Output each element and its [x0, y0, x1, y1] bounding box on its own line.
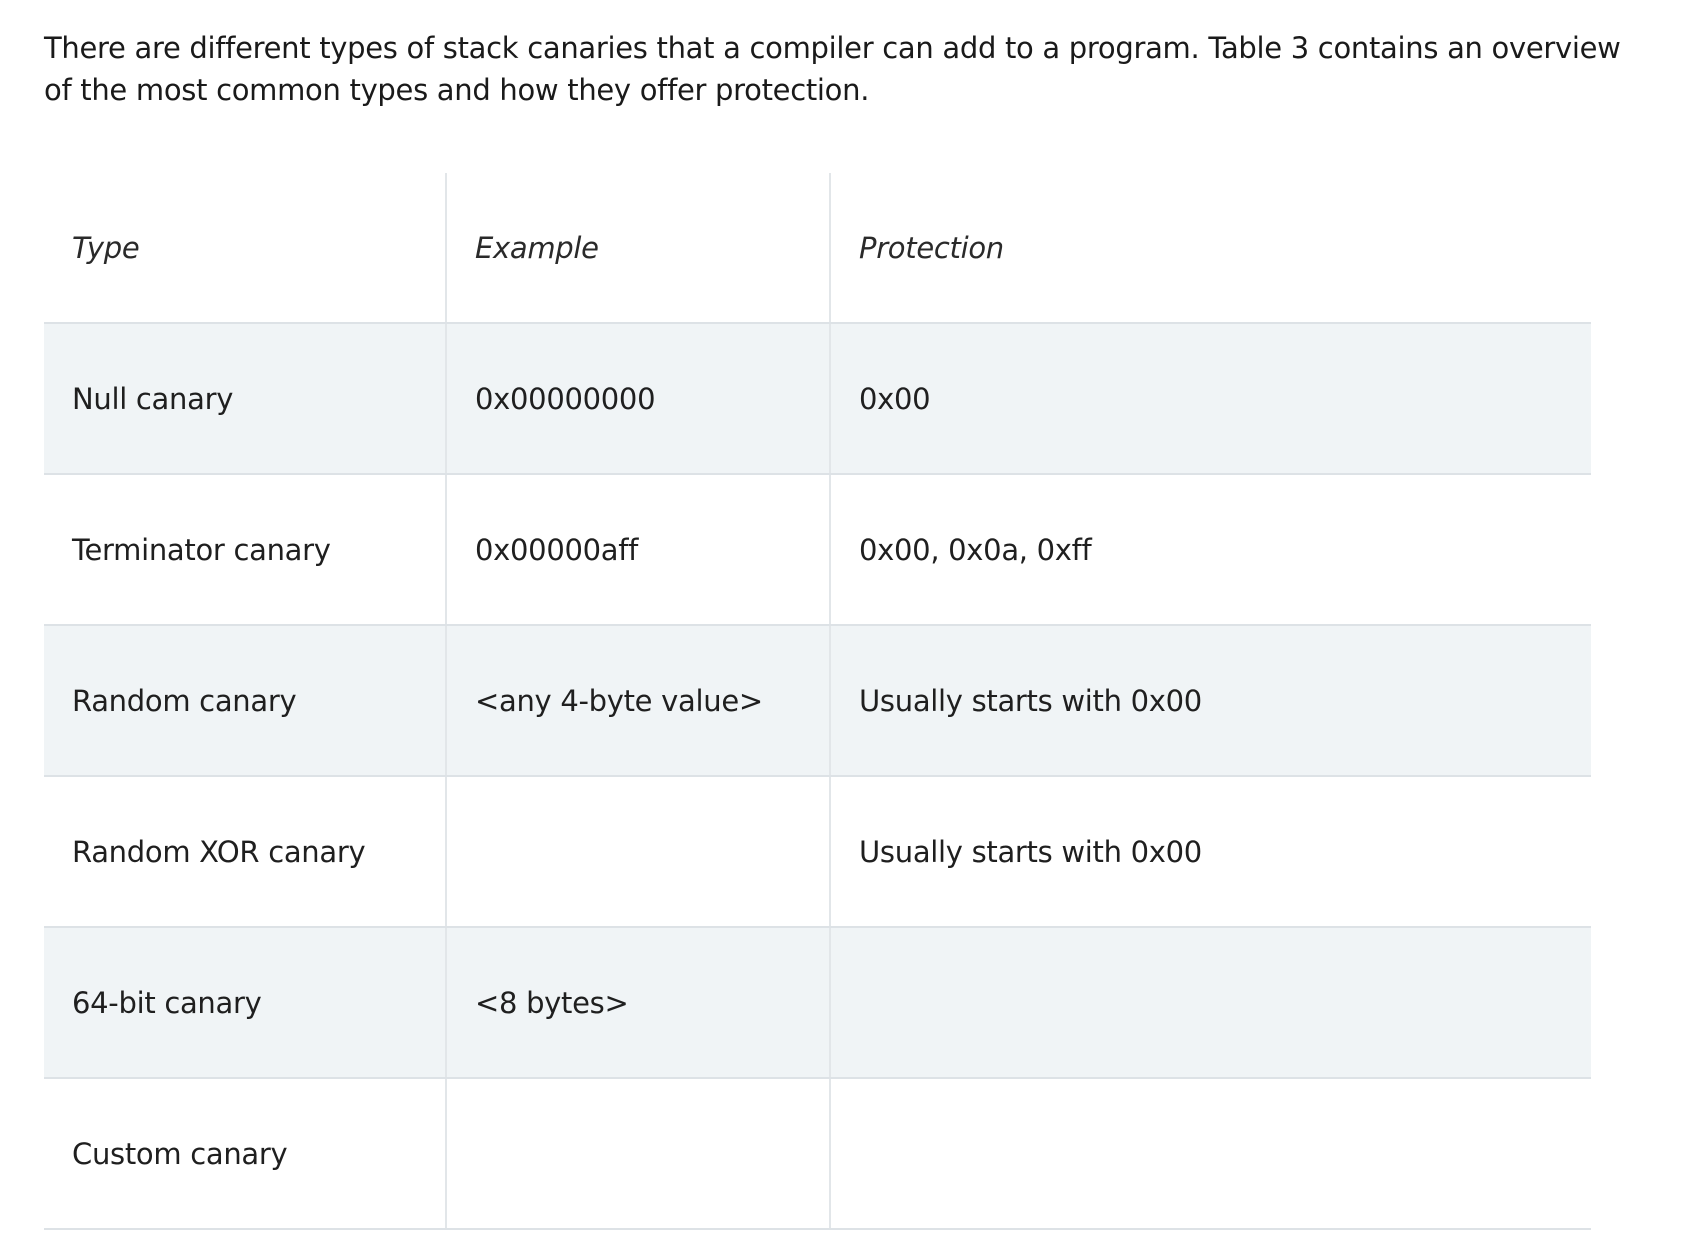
table-row: Random XOR canary Usually starts with 0x… — [44, 776, 1591, 928]
table-body: Null canary 0x00000000 0x00 Terminator c… — [44, 323, 1591, 1230]
cell-protection: Usually starts with 0x00 — [829, 776, 1591, 928]
intro-paragraph: There are different types of stack canar… — [44, 31, 1621, 107]
cell-type: Null canary — [44, 323, 446, 475]
cell-protection: 0x00 — [829, 323, 1591, 475]
header-row: Type Example Protection — [44, 173, 1591, 324]
cell-example: 0x00000000 — [445, 323, 830, 475]
cell-protection: 0x00, 0x0a, 0xff — [829, 474, 1591, 626]
cell-example: <any 4-byte value> — [445, 625, 830, 777]
cell-example — [445, 776, 830, 928]
cell-type: 64-bit canary — [44, 927, 446, 1079]
header-example: Example — [445, 173, 830, 324]
cell-type: Custom canary — [44, 1078, 446, 1230]
cell-example: <8 bytes> — [445, 927, 830, 1079]
header-type: Type — [44, 173, 446, 324]
cell-protection — [829, 1078, 1591, 1230]
table-row: 64-bit canary <8 bytes> — [44, 927, 1591, 1079]
cell-example — [445, 1078, 830, 1230]
table-header: Type Example Protection — [44, 173, 1591, 324]
cell-protection — [829, 927, 1591, 1079]
cell-type: Random XOR canary — [44, 776, 446, 928]
table-row: Random canary <any 4-byte value> Usually… — [44, 625, 1591, 777]
cell-example: 0x00000aff — [445, 474, 830, 626]
table-row: Null canary 0x00000000 0x00 — [44, 323, 1591, 475]
table-row: Terminator canary 0x00000aff 0x00, 0x0a,… — [44, 474, 1591, 626]
canary-types-table: Type Example Protection Null canary 0x00… — [44, 173, 1591, 1230]
cell-type: Random canary — [44, 625, 446, 777]
header-protection: Protection — [829, 173, 1591, 324]
table-row: Custom canary — [44, 1078, 1591, 1230]
cell-type: Terminator canary — [44, 474, 446, 626]
cell-protection: Usually starts with 0x00 — [829, 625, 1591, 777]
